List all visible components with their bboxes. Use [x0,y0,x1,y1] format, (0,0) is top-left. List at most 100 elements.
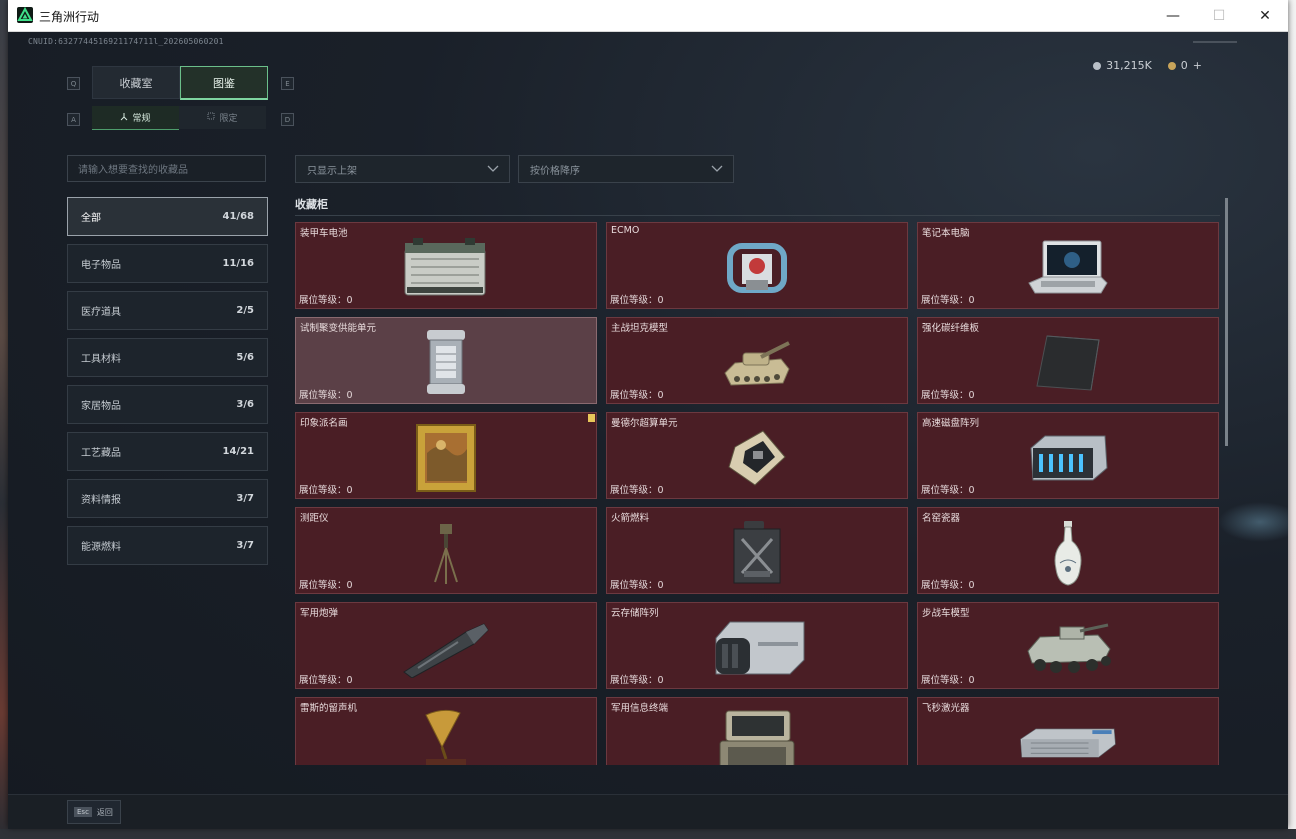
sparkle-icon [207,112,215,123]
bottom-bar [8,794,1288,829]
category-electronics[interactable]: 电子物品 11/16 [67,244,268,283]
category-medical[interactable]: 医疗道具 2/5 [67,291,268,330]
grid-scrollbar[interactable] [1225,198,1228,446]
item-name: 军用炮弹 [300,608,339,619]
key-hint-q: Q [67,77,80,90]
currency-coupon[interactable]: 0 + [1167,59,1202,72]
collection-item-card[interactable]: 笔记本电脑展位等级：0 [917,222,1219,309]
minimize-button[interactable]: — [1150,0,1196,31]
rangefinder-icon [396,518,496,588]
category-tools[interactable]: 工具材料 5/6 [67,338,268,377]
category-label: 家居物品 [81,401,121,412]
collection-item-card[interactable]: 曼德尔超算单元 展位等级：0 [606,412,908,499]
item-name: 军用信息终端 [611,703,669,714]
category-household[interactable]: 家居物品 3/6 [67,385,268,424]
category-label: 能源燃料 [81,542,121,553]
collection-item-card[interactable]: 高速磁盘阵列 展位等级：0 [917,412,1219,499]
title-bar: 三角洲行动 — ☐ ✕ [8,0,1288,32]
item-name: 笔记本电脑 [922,228,970,239]
key-hint-d: D [281,113,294,126]
fuel-can-icon [707,518,807,588]
battery-icon [396,233,496,303]
booth-level: 展位等级：0 [610,675,664,686]
collection-item-card[interactable]: 云存储阵列展位等级：0 [606,602,908,689]
chevron-down-icon [711,163,723,176]
category-count: 2/5 [236,305,254,316]
currency-havoc: 31,215K [1093,59,1152,72]
item-name: 印象派名画 [300,418,348,429]
sort-value: 按价格降序 [530,165,580,177]
item-name: 测距仪 [300,513,329,524]
new-badge-icon [588,414,595,422]
minimize-icon: — [1166,7,1180,24]
category-crafts[interactable]: 工艺藏品 14/21 [67,432,268,471]
booth-level: 展位等级：0 [921,675,975,686]
game-viewport: CNUID:6327744516921174711l_202605060201 … [8,32,1288,829]
app-logo-icon [17,7,33,23]
search-input[interactable]: 请输入想要查找的收藏品 [67,155,266,182]
booth-level: 展位等级：0 [921,295,975,306]
currency-bar: 31,215K 0 + [1093,59,1202,72]
back-button[interactable]: Esc 返回 [67,800,121,824]
item-name: 曼德尔超算单元 [611,418,678,429]
booth-level: 展位等级：0 [921,390,975,401]
shelf-filter-dropdown[interactable]: 只显示上架 [295,155,510,183]
section-title: 收藏柜 [295,198,328,211]
category-count: 5/6 [236,352,254,363]
chip-icon [707,423,807,493]
close-button[interactable]: ✕ [1242,0,1288,31]
currency-coupon-value: 0 [1180,59,1188,72]
item-name: 试制聚变供能单元 [300,323,377,334]
tab-collection-room[interactable]: 收藏室 [92,66,180,99]
category-all[interactable]: 全部 41/68 [67,197,268,236]
collection-item-card[interactable]: 飞秒激光器展位等级：0 [917,697,1219,765]
storage-array-icon [707,613,807,683]
subtab-regular[interactable]: 常规 [92,106,179,130]
collection-item-card[interactable]: 军用炮弹 展位等级：0 [295,602,597,689]
category-energy[interactable]: 能源燃料 3/7 [67,526,268,565]
collection-item-card[interactable]: 试制聚变供能单元 展位等级：0 [295,317,597,404]
category-list: 全部 41/68 电子物品 11/16 医疗道具 2/5 工具材料 5/6 家居物品 3/… [67,197,268,573]
collection-item-card[interactable]: 军用信息终端展位等级：0 [606,697,908,765]
sort-dropdown[interactable]: 按价格降序 [518,155,734,183]
desktop-left-edge [0,0,8,839]
booth-level: 展位等级：0 [921,485,975,496]
category-label: 工艺藏品 [81,448,121,459]
item-name: 主战坦克模型 [611,323,669,334]
collection-item-card[interactable]: ECMO 展位等级：0 [606,222,908,309]
item-name: 火箭燃料 [611,513,650,524]
category-count: 3/6 [236,399,254,410]
maximize-button[interactable]: ☐ [1196,0,1242,31]
shelf-filter-value: 只显示上架 [307,165,357,177]
item-name: 高速磁盘阵列 [922,418,980,429]
collection-item-card[interactable]: 装甲车电池 展位等级：0 [295,222,597,309]
item-name: 云存储阵列 [611,608,659,619]
close-icon: ✕ [1259,7,1271,24]
category-intel[interactable]: 资料情报 3/7 [67,479,268,518]
collection-item-card[interactable]: 步战车模型 展位等级：0 [917,602,1219,689]
collection-item-card[interactable]: 测距仪 展位等级：0 [295,507,597,594]
booth-level: 展位等级：0 [610,580,664,591]
category-count: 3/7 [236,493,254,504]
tripod-icon [120,112,128,124]
item-name: 装甲车电池 [300,228,348,239]
subtab-regular-label: 常规 [132,114,151,124]
collection-item-card[interactable]: 名窑瓷器 展位等级：0 [917,507,1219,594]
desktop-bottom-edge [0,829,1296,839]
collection-item-card[interactable]: 强化碳纤维板 展位等级：0 [917,317,1219,404]
esc-key-hint: Esc [74,807,92,817]
collection-item-card[interactable]: 印象派名画 展位等级：0 [295,412,597,499]
tab-codex[interactable]: 图鉴 [180,66,268,100]
window-title: 三角洲行动 [39,10,100,24]
carbon-plate-icon [1018,328,1118,398]
item-name: ECMO [611,225,640,236]
collection-item-card[interactable]: 雷斯的留声机展位等级：0 [295,697,597,765]
add-currency-icon[interactable]: + [1193,59,1202,72]
category-count: 41/68 [222,211,254,222]
collection-item-card[interactable]: 火箭燃料展位等级：0 [606,507,908,594]
booth-level: 展位等级：0 [921,580,975,591]
item-name: 雷斯的留声机 [300,703,358,714]
collection-item-card[interactable]: 主战坦克模型 展位等级：0 [606,317,908,404]
disk-array-icon [1018,423,1118,493]
subtab-limited[interactable]: 限定 [179,106,266,129]
